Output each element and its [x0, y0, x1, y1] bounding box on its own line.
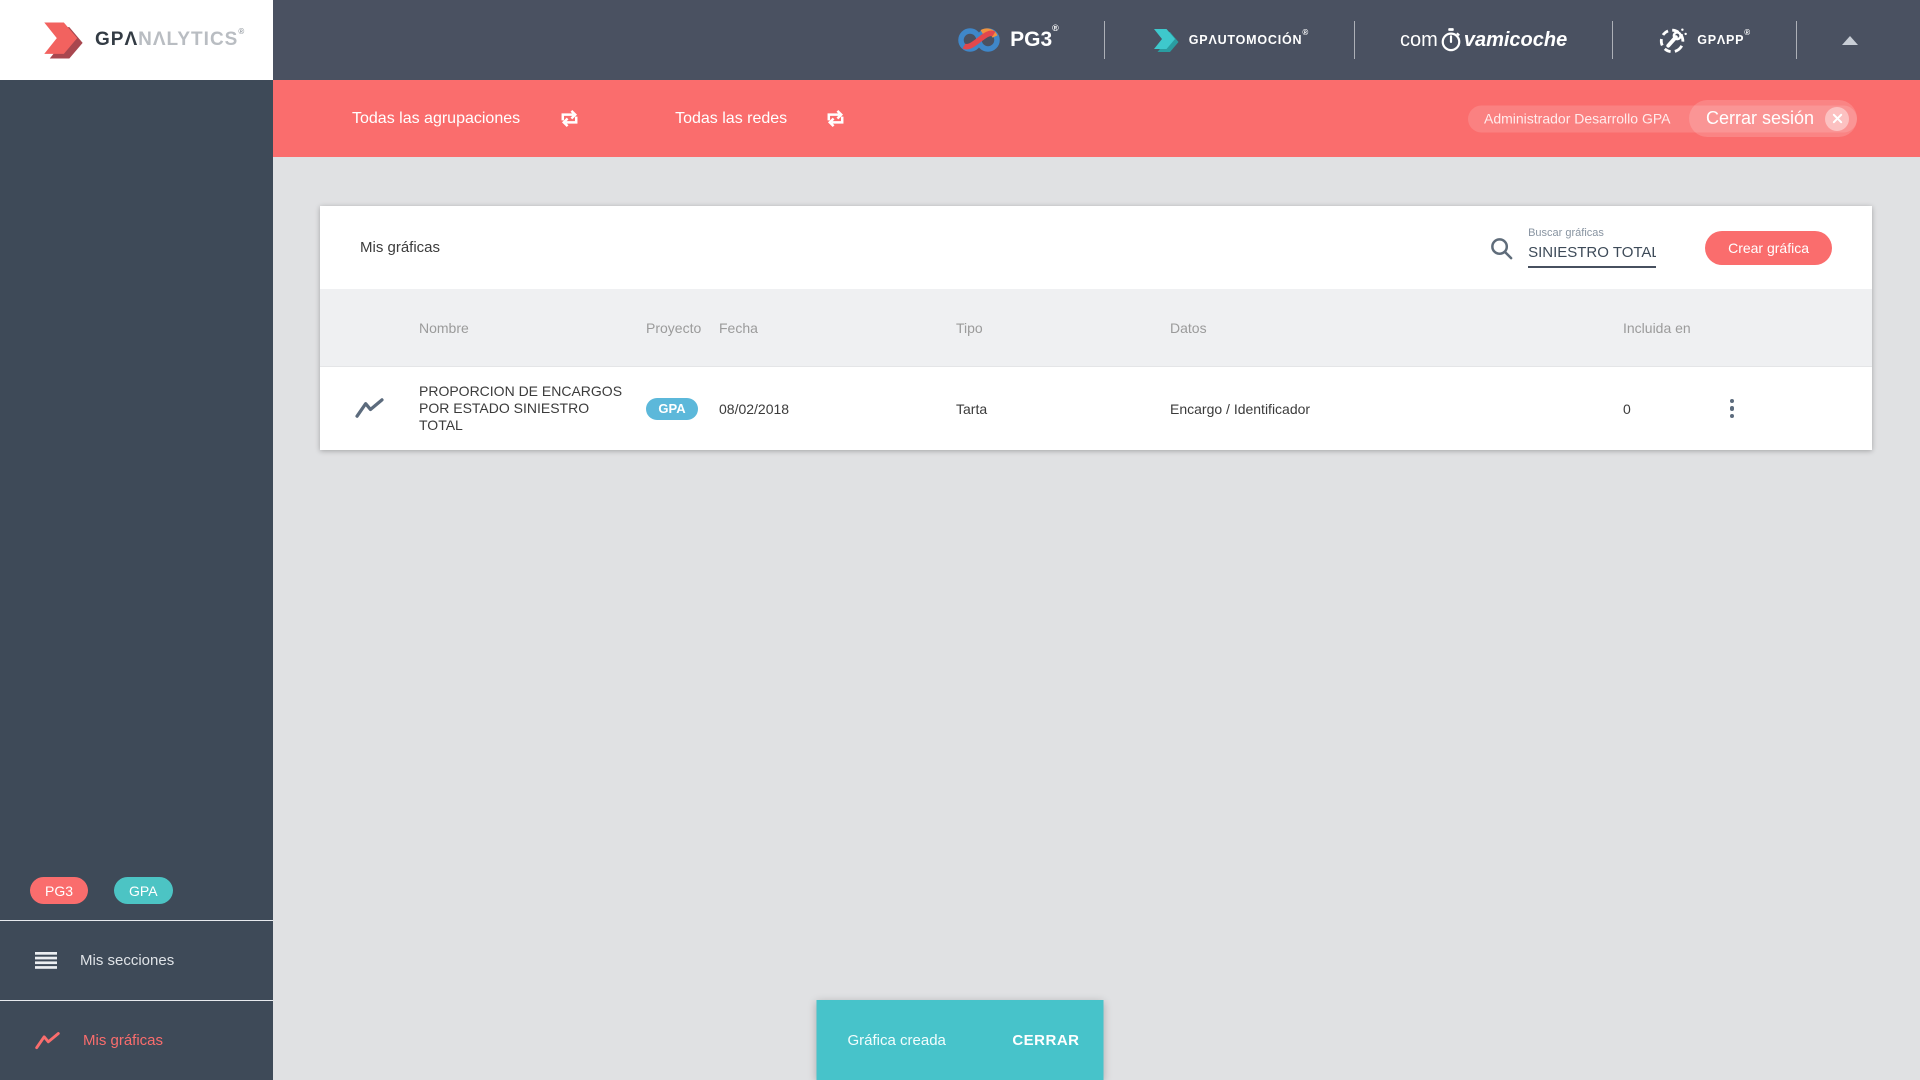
logo-bold: GPΛ [95, 29, 139, 50]
header-divider [1796, 21, 1797, 59]
filter-redes-label: Todas las redes [675, 109, 788, 127]
gpanalytics-logo-icon [38, 18, 85, 63]
header-divider [1103, 21, 1105, 59]
content-area: Mis gráficas Buscar gráficas Cre [273, 157, 1920, 1080]
page-title: Mis gráficas [360, 239, 441, 256]
row-date-cell: 08/02/2018 [719, 400, 790, 417]
sidebar-item-mis-secciones[interactable]: Mis secciones [0, 920, 273, 1000]
sidebar-badges: PG3 GPA [0, 877, 273, 920]
close-session-icon[interactable] [1825, 106, 1849, 131]
toast-message: Gráfica creada [847, 1031, 946, 1049]
filter-agrupaciones[interactable]: Todas las agrupaciones [352, 107, 582, 130]
row-data-cell: Encargo / Identificador [1170, 400, 1311, 417]
logout-button[interactable]: Cerrar sesión [1688, 100, 1857, 137]
sidebar-item-label: Mis gráficas [83, 1032, 164, 1049]
graphs-card: Mis gráficas Buscar gráficas Cre [320, 206, 1872, 450]
card-header: Mis gráficas Buscar gráficas Cre [320, 206, 1872, 289]
gpanalytics-logo-text: GPΛNΛLYTICS® [95, 27, 246, 51]
gpanalytics-logo[interactable]: GPΛNΛLYTICS® [0, 0, 273, 80]
gpapp-logo[interactable]: GPΛPP® [1658, 25, 1751, 55]
column-header-tipo: Tipo [956, 319, 983, 336]
column-header-fecha: Fecha [719, 319, 758, 336]
swap-icon [557, 107, 582, 130]
gpautomocion-logo[interactable]: GPΛUTOMOCIÓN® [1150, 26, 1309, 55]
search-field: Buscar gráficas [1528, 227, 1657, 268]
stopwatch-icon [1440, 27, 1462, 53]
search-input[interactable] [1528, 242, 1657, 268]
header-divider [1612, 21, 1614, 59]
sidebar-item-label: Mis secciones [80, 952, 175, 969]
table-row[interactable]: PROPORCION DE ENCARGOS POR ESTADO SINIES… [320, 366, 1872, 450]
snackbar-toast: Gráfica creada CERRAR [816, 1000, 1104, 1080]
column-header-incluida-en: Incluida en [1623, 319, 1691, 336]
gpapp-label: GPΛPP® [1697, 28, 1751, 47]
header-logos: PG3® GPΛUTOMOCIÓN® com vamicoche GPΛPP® [957, 21, 1858, 59]
search-icon [1489, 236, 1514, 261]
pg3-logo[interactable]: PG3® [957, 23, 1059, 55]
filter-agrupaciones-label: Todas las agrupaciones [352, 109, 521, 127]
create-chart-button[interactable]: Crear gráfica [1705, 230, 1832, 265]
gpautomocion-arrow-icon [1150, 26, 1180, 55]
header-divider [1354, 21, 1356, 59]
menu-icon [35, 952, 57, 969]
filter-bar: Todas las agrupaciones Todas las redes A… [273, 80, 1920, 157]
badge-gpa[interactable]: GPA [114, 877, 173, 904]
pg3-infinity-icon [957, 25, 1001, 55]
gpautomocion-label: GPΛUTOMOCIÓN® [1188, 28, 1310, 47]
toast-close-button[interactable]: CERRAR [1002, 1026, 1089, 1055]
line-chart-icon [35, 1031, 60, 1051]
pg3-label: PG3® [1010, 23, 1059, 51]
logo-registered: ® [238, 27, 246, 36]
row-included-cell: 0 [1623, 400, 1631, 417]
app-root: GPΛNΛLYTICS® PG3 GPA Mis secciones Mis g… [0, 0, 1920, 1080]
project-badge: GPA [646, 397, 698, 420]
row-type-cell: Tarta [956, 400, 988, 417]
search-label: Buscar gráficas [1528, 227, 1604, 239]
row-type-icon-cell [320, 397, 419, 420]
main-area: PG3® GPΛUTOMOCIÓN® com vamicoche GPΛPP® … [273, 0, 1920, 1080]
column-header-nombre: Nombre [419, 319, 469, 336]
badge-pg3[interactable]: PG3 [30, 877, 89, 904]
collapse-header-arrow-icon[interactable] [1842, 35, 1858, 45]
logout-label: Cerrar sesión [1705, 108, 1814, 128]
line-chart-icon [355, 397, 384, 420]
top-header: PG3® GPΛUTOMOCIÓN® com vamicoche GPΛPP® [273, 0, 1920, 80]
column-header-proyecto: Proyecto [646, 319, 702, 336]
row-name-cell: PROPORCION DE ENCARGOS POR ESTADO SINIES… [419, 383, 623, 433]
row-actions-cell [1705, 395, 1872, 423]
user-area: Administrador Desarrollo GPA Cerrar sesi… [1468, 100, 1857, 137]
search-area: Buscar gráficas Crear gráfica [1489, 227, 1832, 268]
user-name-label: Administrador Desarrollo GPA [1484, 110, 1671, 127]
comprovamicoche-logo[interactable]: com vamicoche [1400, 27, 1568, 53]
sidebar: GPΛNΛLYTICS® PG3 GPA Mis secciones Mis g… [0, 0, 273, 1080]
swap-icon [823, 107, 848, 130]
table-header-row: Nombre Proyecto Fecha Tipo Datos Incluid… [320, 289, 1872, 366]
column-header-datos: Datos [1170, 319, 1207, 336]
sidebar-item-mis-graficas[interactable]: Mis gráficas [0, 1000, 273, 1080]
kebab-menu-icon[interactable] [1720, 395, 1744, 423]
comprovamicoche-post: vamicoche [1463, 28, 1568, 51]
comprovamicoche-pre: com [1400, 28, 1438, 51]
row-project-cell: GPA [646, 397, 719, 420]
filter-redes[interactable]: Todas las redes [675, 107, 848, 130]
logo-light: NΛLYTICS [138, 29, 239, 50]
gpapp-wrench-icon [1658, 25, 1688, 55]
